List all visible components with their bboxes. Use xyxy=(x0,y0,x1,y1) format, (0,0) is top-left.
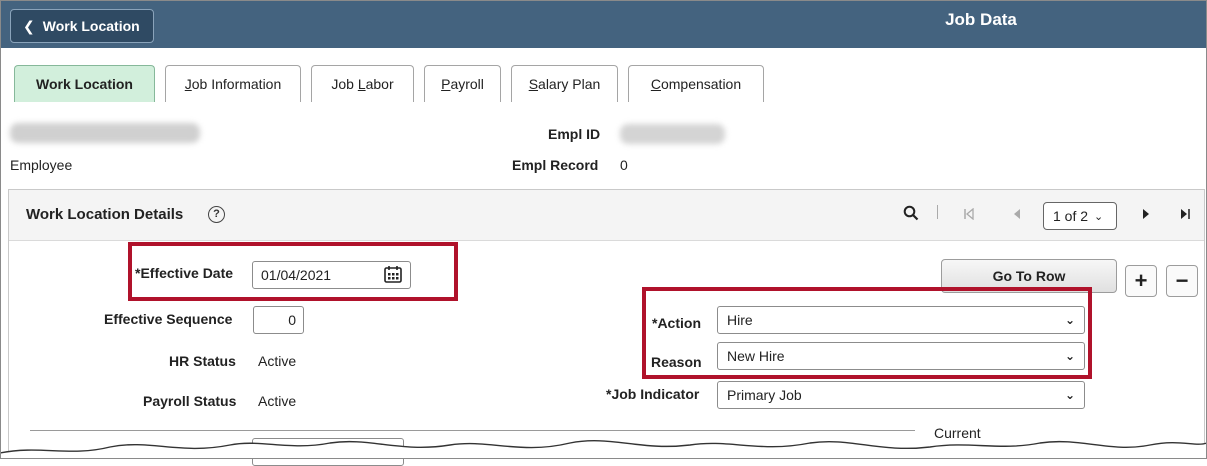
delete-row-button[interactable]: − xyxy=(1166,265,1198,297)
add-row-button[interactable]: + xyxy=(1125,265,1157,297)
next-icon[interactable] xyxy=(1142,208,1150,220)
last-page-icon[interactable] xyxy=(1180,208,1190,220)
payroll-status-value: Active xyxy=(258,393,297,409)
tab-label: Work Location xyxy=(36,76,133,92)
tab-label: Salary Plan xyxy=(528,76,601,92)
tab-payroll[interactable]: Payroll xyxy=(424,65,501,102)
effective-sequence-input[interactable]: 0 xyxy=(253,306,304,334)
previous-icon[interactable] xyxy=(1013,208,1021,220)
search-icon[interactable] xyxy=(903,205,919,221)
back-button-label: Work Location xyxy=(42,18,140,34)
empl-record-value: 0 xyxy=(620,157,628,173)
job-indicator-value: Primary Job xyxy=(727,387,802,403)
employee-name-redacted xyxy=(10,123,200,143)
tab-label: Payroll xyxy=(441,76,484,92)
tab-bar: Work Location Job Information Job Labor … xyxy=(14,65,764,102)
employee-type-label: Employee xyxy=(10,157,73,173)
pager-select[interactable]: 1 of 2 ⌄ xyxy=(1043,202,1117,230)
chevron-down-icon: ⌄ xyxy=(1094,210,1104,223)
payroll-status-label: Payroll Status xyxy=(143,393,237,409)
empl-id-redacted xyxy=(620,124,725,144)
tab-work-location[interactable]: Work Location xyxy=(14,65,155,102)
effective-date-highlight xyxy=(128,242,458,301)
tab-label: Compensation xyxy=(650,76,742,92)
tab-label: Job Information xyxy=(184,76,282,92)
header-bar: ❮ Work Location Job Data xyxy=(1,1,1206,48)
panel-title: Work Location Details xyxy=(26,206,184,223)
tab-job-information[interactable]: Job Information xyxy=(165,65,301,102)
empl-id-label: Empl ID xyxy=(548,126,601,142)
hr-status-label: HR Status xyxy=(169,353,236,369)
chevron-left-icon: ❮ xyxy=(23,18,35,34)
tab-compensation[interactable]: Compensation xyxy=(628,65,764,102)
tab-label: Job Labor xyxy=(331,76,394,92)
first-page-icon[interactable] xyxy=(964,208,974,220)
chevron-down-icon: ⌄ xyxy=(1064,388,1075,402)
toolbar-divider xyxy=(937,205,938,219)
help-icon[interactable]: ? xyxy=(208,206,225,223)
effective-sequence-label: Effective Sequence xyxy=(104,311,233,327)
tab-job-labor[interactable]: Job Labor xyxy=(311,65,414,102)
hr-status-value: Active xyxy=(258,353,297,369)
back-button[interactable]: ❮ Work Location xyxy=(10,9,154,43)
effective-sequence-value: 0 xyxy=(288,312,296,328)
job-indicator-label: *Job Indicator xyxy=(606,386,700,402)
torn-edge xyxy=(0,440,1207,459)
page-title: Job Data xyxy=(945,10,1017,29)
action-reason-highlight xyxy=(642,287,1092,379)
empl-record-label: Empl Record xyxy=(512,157,599,173)
job-indicator-dropdown[interactable]: Primary Job ⌄ xyxy=(717,381,1085,409)
pager-value: 1 of 2 xyxy=(1053,208,1089,224)
panel-header xyxy=(9,190,1204,241)
tab-salary-plan[interactable]: Salary Plan xyxy=(511,65,618,102)
